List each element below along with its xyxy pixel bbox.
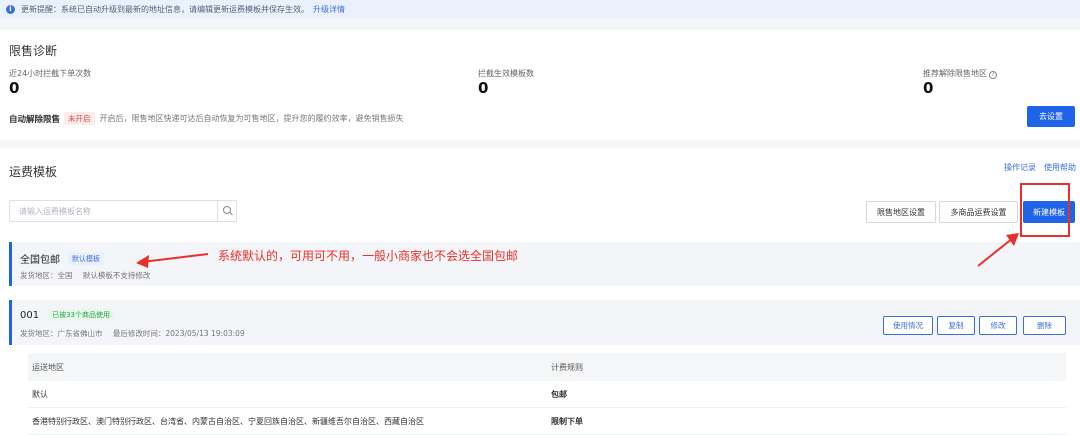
notice-text: 更新提醒：系统已自动升级到最新的地址信息，请编辑更新运费模板并保存生效。: [21, 4, 309, 14]
templates-title: 运费模板: [9, 165, 58, 179]
template-modified-time: 最后修改时间：2023/05/13 19:03:09: [112, 329, 245, 338]
usage-tag: 已被33个商品使用: [48, 309, 115, 321]
stat-label: 推荐解除限售地区?: [923, 68, 997, 79]
diagnosis-title: 限售诊断: [9, 44, 58, 58]
upgrade-details-link[interactable]: 升级详情: [313, 4, 345, 15]
usage-button[interactable]: 使用情况: [883, 316, 933, 335]
edit-button[interactable]: 修改: [979, 316, 1017, 335]
status-badge: 未开启: [64, 112, 95, 125]
restriction-diagnosis-card: 限售诊断 近24小时拦截下单次数 0 拦截生效模板数 0 推荐解除限售地区? 0…: [0, 30, 1080, 140]
template-national-free-shipping[interactable]: 全国包邮 默认模板 发货地区：全国 默认模板不支持修改: [9, 242, 1080, 286]
update-notice-bar: i 更新提醒：系统已自动升级到最新的地址信息，请编辑更新运费模板并保存生效。 升…: [0, 0, 1080, 18]
search-input[interactable]: [10, 206, 217, 216]
restricted-area-settings-button[interactable]: 限售地区设置: [866, 201, 936, 223]
annotation-highlight-box: [1020, 183, 1070, 237]
rule-cell: 包邮: [551, 389, 567, 399]
auto-release-row: 自动解除限售 未开启 开启后，限售地区快递可达后自动恢复为可售地区，提升您的履约…: [9, 112, 404, 125]
stat-label-text: 推荐解除限售地区: [923, 69, 987, 78]
stat-label: 近24小时拦截下单次数: [9, 69, 92, 78]
copy-button[interactable]: 复制: [937, 316, 975, 335]
help-icon[interactable]: ?: [989, 71, 997, 79]
annotation-text: 系统默认的，可用可不用，一般小商家也不会选全国包邮: [218, 249, 519, 263]
info-icon: i: [6, 4, 15, 14]
help-link[interactable]: 使用帮助: [1044, 162, 1076, 173]
stat-effective-templates: 拦截生效模板数 0: [478, 68, 534, 96]
auto-release-label: 自动解除限售: [9, 114, 61, 125]
header-billing-rule: 计费规则: [551, 362, 583, 372]
template-meta: 发货地区：全国 默认模板不支持修改: [20, 270, 150, 281]
shipping-rules-table: 运送地区 计费规则 默认 包邮 香港特别行政区、澳门特别行政区、台湾省、内蒙古自…: [28, 353, 1066, 435]
stat-value: 0: [9, 79, 20, 97]
go-settings-button[interactable]: 去设置: [1027, 106, 1075, 127]
template-name-text: 全国包邮: [20, 255, 60, 266]
default-template-tag: 默认模板: [68, 252, 104, 265]
header-region: 运送地区: [32, 362, 64, 372]
auto-release-description: 开启后，限售地区快递可达后自动恢复为可售地区，提升您的履约效率，避免销售损失: [99, 114, 404, 123]
template-origin: 发货地区：广东省佛山市: [20, 329, 103, 338]
template-note: 默认模板不支持修改: [82, 271, 151, 280]
table-row: 香港特别行政区、澳门特别行政区、台湾省、内蒙古自治区、宁夏回族自治区、新疆维吾尔…: [28, 408, 1066, 435]
region-cell: 默认: [32, 389, 48, 399]
stat-intercept-orders: 近24小时拦截下单次数 0: [9, 68, 91, 96]
template-meta: 发货地区：广东省佛山市 最后修改时间：2023/05/13 19:03:09: [20, 328, 245, 339]
table-header: 运送地区 计费规则: [28, 353, 1066, 381]
template-name-text: 001: [20, 309, 40, 321]
delete-button[interactable]: 删除: [1023, 316, 1066, 335]
rule-cell: 限制下单: [551, 416, 583, 426]
template-name: 全国包邮 默认模板: [20, 251, 104, 266]
template-search: [9, 200, 237, 222]
search-icon[interactable]: [218, 200, 236, 222]
stat-value: 0: [478, 79, 489, 97]
region-cell: 香港特别行政区、澳门特别行政区、台湾省、内蒙古自治区、宁夏回族自治区、新疆维吾尔…: [32, 416, 424, 426]
table-row: 默认 包邮: [28, 381, 1066, 408]
stat-label: 拦截生效模板数: [478, 69, 534, 78]
template-origin: 发货地区：全国: [20, 271, 73, 280]
stat-recommended-areas: 推荐解除限售地区? 0: [923, 68, 997, 96]
shipping-templates-card: 运费模板 操作记录 使用帮助 限售地区设置 多商品运费设置 新建模板 全国包邮 …: [0, 148, 1080, 435]
multi-product-shipping-button[interactable]: 多商品运费设置: [939, 201, 1018, 223]
operation-log-link[interactable]: 操作记录: [1004, 162, 1036, 173]
header-links: 操作记录 使用帮助: [1004, 162, 1076, 173]
template-name: 001 已被33个商品使用: [20, 309, 115, 321]
stat-value: 0: [923, 79, 934, 97]
